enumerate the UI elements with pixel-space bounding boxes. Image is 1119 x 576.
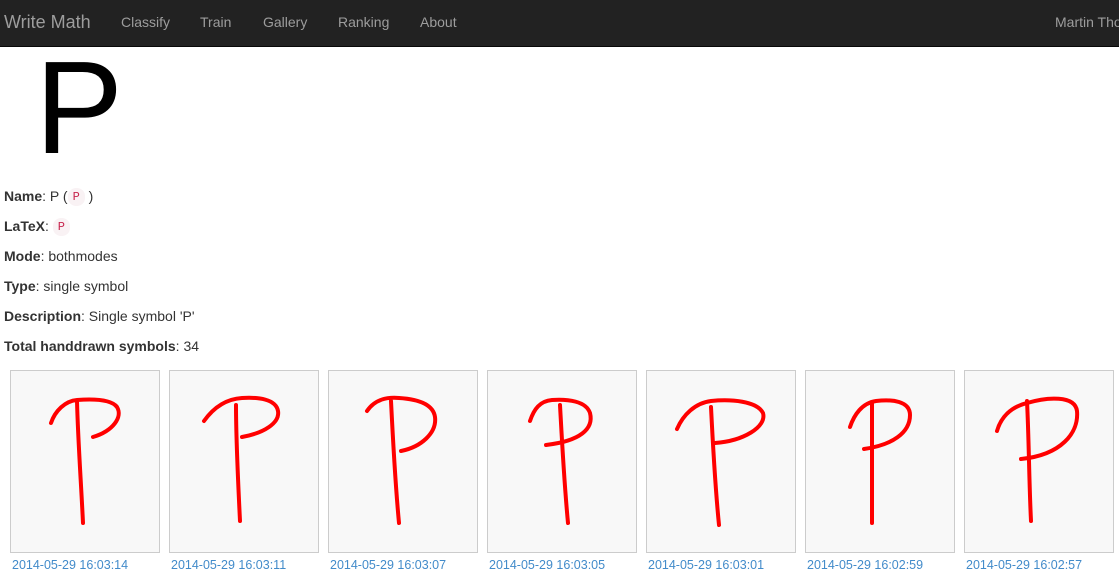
info-name: Name: P (P ): [4, 188, 94, 206]
info-value-after: ): [88, 188, 94, 204]
info-total: Total handdrawn symbols: 34: [4, 338, 200, 354]
info-mode: Mode: bothmodes: [4, 248, 118, 264]
drawing-date-link[interactable]: 2014-05-29 16:03:11: [169, 558, 319, 573]
drawing-date-link[interactable]: 2014-05-29 16:02:59: [805, 558, 955, 573]
drawing-date-link[interactable]: 2014-05-29 16:02:57: [964, 558, 1114, 573]
drawing-card: 2014-05-29 16:03:05: [487, 370, 637, 573]
drawing-date-link[interactable]: 2014-05-29 16:03:05: [487, 558, 637, 573]
drawing-date-link[interactable]: 2014-05-29 16:03:01: [646, 558, 796, 573]
nav-train[interactable]: Train: [200, 13, 231, 31]
handdrawn-p-icon: [365, 395, 438, 525]
info-label: Description: [4, 308, 82, 324]
drawing-thumbnail[interactable]: [487, 370, 637, 553]
drawing-date-link[interactable]: 2014-05-29 16:03:14: [10, 558, 160, 573]
symbol-preview: P: [35, 34, 124, 181]
drawing-card: 2014-05-29 16:03:01: [646, 370, 796, 573]
name-code-badge: P: [67, 188, 85, 206]
info-label: LaTeX: [4, 218, 45, 234]
drawing-date-link[interactable]: 2014-05-29 16:03:07: [328, 558, 478, 573]
brand-link[interactable]: Write Math: [4, 10, 91, 34]
info-label: Total handdrawn symbols: [4, 338, 176, 354]
drawing-thumbnail[interactable]: [805, 370, 955, 553]
handdrawn-p-icon: [528, 397, 593, 525]
drawing-card: 2014-05-29 16:03:14: [10, 370, 160, 573]
nav-ranking[interactable]: Ranking: [338, 13, 389, 31]
info-latex: LaTeX: P: [4, 216, 70, 236]
drawing-card: 2014-05-29 16:03:11: [169, 370, 319, 573]
info-value: bothmodes: [48, 248, 118, 264]
handdrawn-p-icon: [995, 396, 1080, 523]
nav-classify[interactable]: Classify: [121, 13, 170, 31]
drawing-gallery: 2014-05-29 16:03:14 2014-05-29 16:03:11 …: [10, 370, 1119, 576]
info-type: Type: single symbol: [4, 278, 129, 294]
info-label: Mode: [4, 248, 41, 264]
drawing-card: 2014-05-29 16:02:59: [805, 370, 955, 573]
navbar: Write Math Classify Train Gallery Rankin…: [0, 0, 1119, 47]
drawing-thumbnail[interactable]: [646, 370, 796, 553]
handdrawn-p-icon: [675, 398, 766, 527]
info-value: Single symbol 'P': [88, 308, 195, 324]
handdrawn-p-icon: [848, 398, 912, 525]
info-label: Name: [4, 188, 43, 204]
info-label: Type: [4, 278, 36, 294]
drawing-thumbnail[interactable]: [328, 370, 478, 553]
info-value: 34: [183, 338, 200, 354]
drawing-thumbnail[interactable]: [169, 370, 319, 553]
drawing-thumbnail[interactable]: [964, 370, 1114, 553]
drawing-thumbnail[interactable]: [10, 370, 160, 553]
drawing-card: 2014-05-29 16:03:07: [328, 370, 478, 573]
nav-about[interactable]: About: [420, 13, 457, 31]
nav-gallery[interactable]: Gallery: [263, 13, 307, 31]
info-description: Description: Single symbol 'P': [4, 308, 195, 324]
handdrawn-p-icon: [49, 397, 121, 525]
latex-code-badge: P: [52, 218, 70, 236]
handdrawn-p-icon: [202, 395, 281, 523]
drawing-card: 2014-05-29 16:02:57: [964, 370, 1114, 573]
user-menu-link[interactable]: Martin Thoma: [1055, 13, 1119, 31]
info-value: P (: [49, 188, 68, 204]
info-value: single symbol: [43, 278, 129, 294]
